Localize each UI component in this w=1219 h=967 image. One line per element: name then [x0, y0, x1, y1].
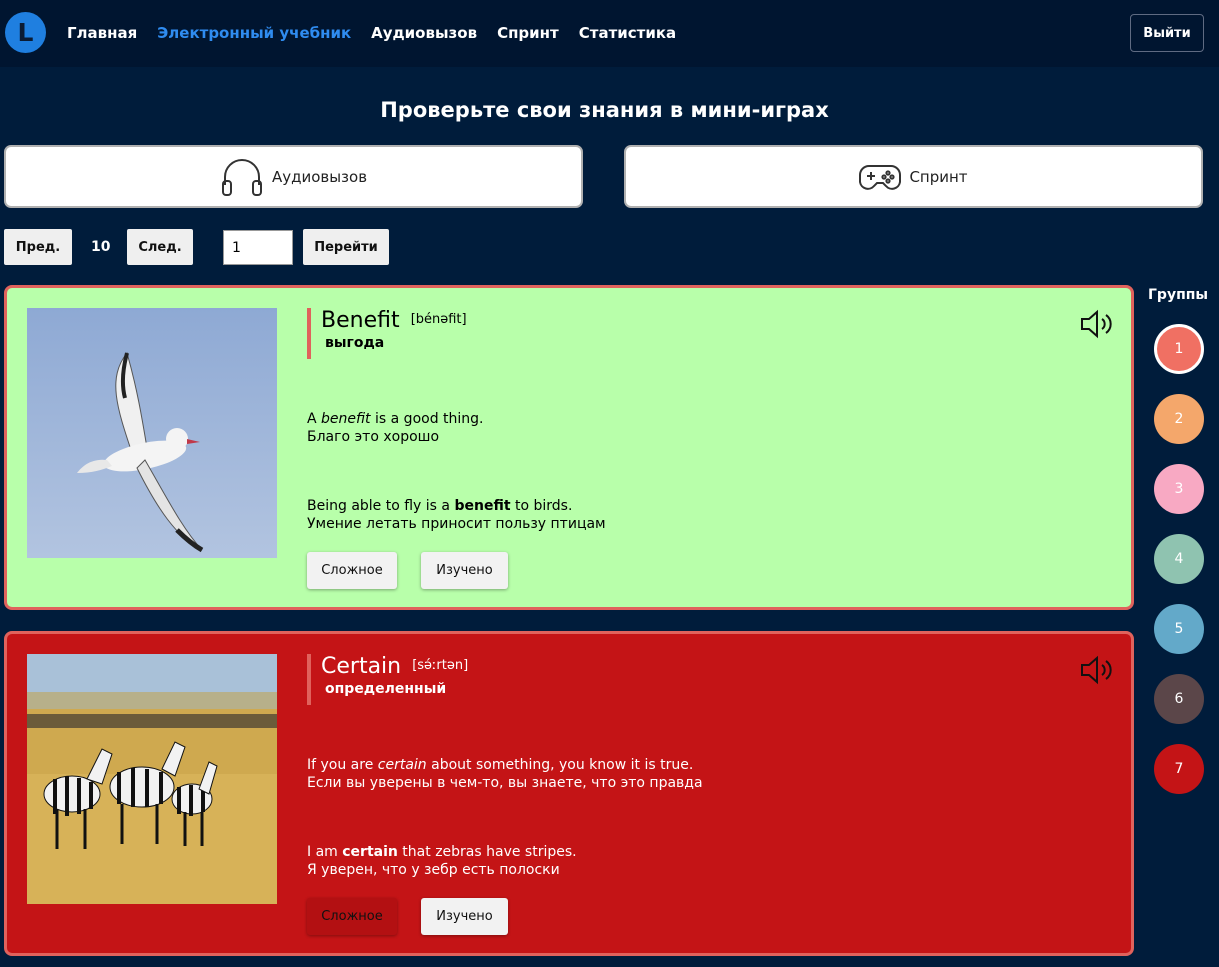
word-card: Benefit [bénəfit] выгода A benefit is a … — [4, 285, 1134, 610]
word-transcription: [sə́ːrtən] — [412, 658, 469, 673]
current-page-number: 10 — [91, 239, 111, 255]
word-translation: определенный — [325, 681, 447, 697]
group-2-button[interactable]: 2 — [1154, 394, 1204, 444]
nav-statistics[interactable]: Статистика — [579, 24, 676, 42]
mark-hard-button[interactable]: Сложное — [307, 552, 397, 589]
audiocall-game-label: Аудиовызов — [271, 167, 368, 186]
speaker-icon[interactable] — [1079, 307, 1113, 341]
word-meaning: A benefit is a good thing. Благо это хор… — [307, 411, 484, 445]
example-translation: Умение летать приносит пользу птицам — [307, 516, 606, 532]
group-6-button[interactable]: 6 — [1154, 674, 1204, 724]
word-transcription: [bénəfit] — [410, 312, 467, 327]
word-header: Benefit [bénəfit] выгода — [307, 308, 467, 359]
word-text: Benefit — [321, 308, 400, 333]
meaning-highlight: certain — [377, 757, 427, 773]
nav-textbook[interactable]: Электронный учебник — [157, 24, 351, 42]
word-header: Certain [sə́ːrtən] определенный — [307, 654, 468, 705]
group-4-button[interactable]: 4 — [1154, 534, 1204, 584]
main-nav: Главная Электронный учебник Аудиовызов С… — [67, 24, 676, 42]
group-3-button[interactable]: 3 — [1154, 464, 1204, 514]
meaning-translation: Благо это хорошо — [307, 429, 440, 445]
example-translation: Я уверен, что у зебр есть полоски — [307, 862, 560, 878]
audiocall-game-button[interactable]: Аудиовызов — [4, 145, 583, 208]
word-image-zebras — [27, 654, 277, 904]
sprint-game-label: Спринт — [909, 167, 968, 186]
word-text: Certain — [321, 654, 402, 679]
word-card: Certain [sə́ːrtən] определенный If you a… — [4, 631, 1134, 956]
page-title: Проверьте свои знания в мини-играх — [380, 98, 829, 122]
speaker-icon[interactable] — [1079, 653, 1113, 687]
mark-learned-button[interactable]: Изучено — [421, 552, 508, 589]
word-example: Being able to fly is a benefit to birds.… — [307, 498, 606, 532]
mark-hard-button[interactable]: Сложное — [307, 898, 397, 935]
meaning-highlight: benefit — [321, 411, 371, 427]
group-5-button[interactable]: 5 — [1154, 604, 1204, 654]
word-image-seagull — [27, 308, 277, 558]
gamepad-icon — [859, 164, 902, 190]
next-page-button[interactable]: След. — [127, 229, 193, 265]
group-7-button[interactable]: 7 — [1154, 744, 1204, 794]
sprint-game-button[interactable]: Спринт — [624, 145, 1203, 208]
prev-page-button[interactable]: Пред. — [4, 229, 72, 265]
top-navbar: L Главная Электронный учебник Аудиовызов… — [0, 0, 1219, 67]
headphones-icon — [221, 158, 262, 196]
word-translation: выгода — [325, 335, 385, 351]
word-example: I am certain that zebras have stripes. Я… — [307, 844, 577, 878]
groups-title: Группы — [1148, 287, 1209, 303]
nav-home[interactable]: Главная — [67, 24, 137, 42]
logo[interactable]: L — [5, 12, 46, 53]
example-highlight: benefit — [454, 498, 511, 514]
mark-learned-button[interactable]: Изучено — [421, 898, 508, 935]
nav-sprint[interactable]: Спринт — [497, 24, 559, 42]
group-1-button[interactable]: 1 — [1154, 324, 1204, 374]
logout-button[interactable]: Выйти — [1130, 14, 1204, 52]
go-to-page-button[interactable]: Перейти — [303, 229, 389, 265]
word-meaning: If you are certain about something, you … — [307, 757, 703, 791]
example-highlight: certain — [342, 844, 398, 860]
meaning-translation: Если вы уверены в чем-то, вы знаете, что… — [307, 775, 703, 791]
page-number-input[interactable] — [223, 230, 293, 265]
nav-audiocall[interactable]: Аудиовызов — [371, 24, 477, 42]
